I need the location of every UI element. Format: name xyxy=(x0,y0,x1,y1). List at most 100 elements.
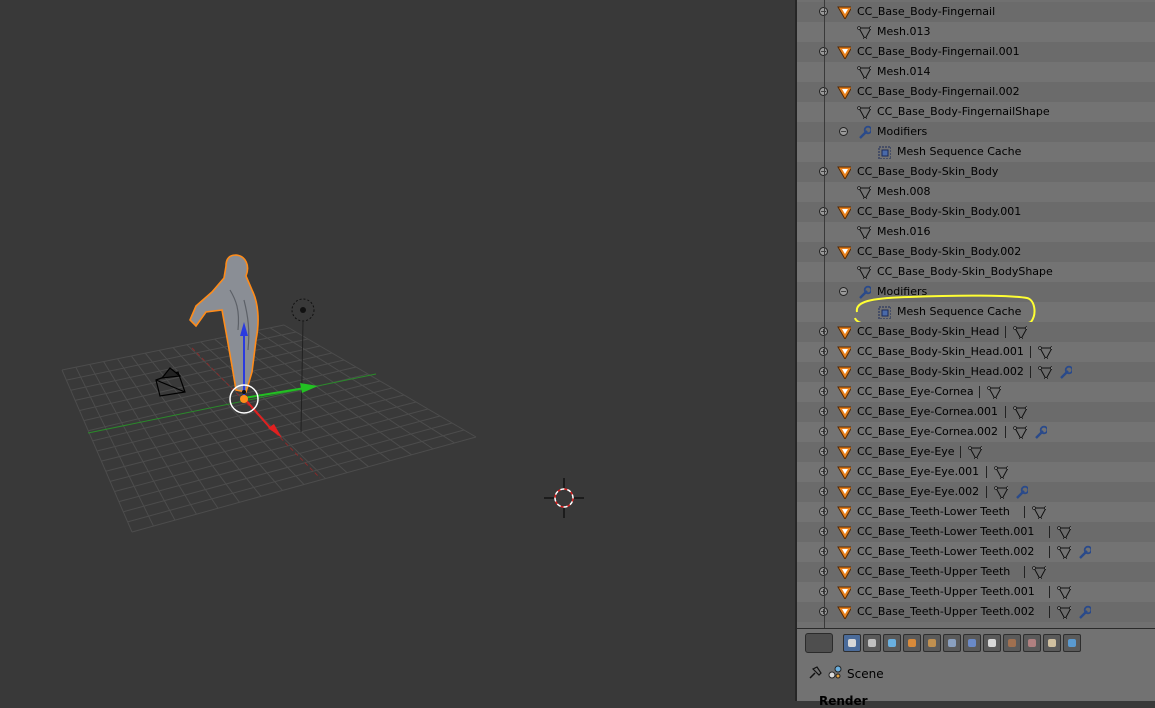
particles-icon[interactable] xyxy=(1043,634,1061,652)
outliner-row[interactable]: +CC_Base_Eye-Eye.002 xyxy=(797,482,1155,502)
outliner-row[interactable]: +CC_Base_Body-Skin_Head.002 xyxy=(797,362,1155,382)
outliner-row-label: CC_Base_Body-Skin_Head.001 xyxy=(857,345,1024,358)
scene-icon[interactable] xyxy=(883,634,901,652)
wrench-icon[interactable] xyxy=(1077,605,1092,619)
outliner-row-label: CC_Base_Teeth-Lower Teeth xyxy=(857,505,1010,518)
mesh-data-icon[interactable] xyxy=(987,385,1002,399)
wrench-icon[interactable] xyxy=(1058,365,1073,379)
object-icon xyxy=(837,46,851,59)
mesh-data-icon[interactable] xyxy=(1057,585,1072,599)
outliner-row[interactable]: +CC_Base_Eye-Cornea.001 xyxy=(797,402,1155,422)
outliner-row[interactable]: CC_Base_Body-FingernailShape xyxy=(797,102,1155,122)
editor-type-menu[interactable] xyxy=(805,633,833,653)
outliner-row[interactable]: − Modifiers xyxy=(797,282,1155,302)
3d-cursor[interactable] xyxy=(544,478,584,518)
outliner-row-label: CC_Base_Body-FingernailShape xyxy=(877,105,1050,118)
outliner-row-label: CC_Base_Teeth-Lower Teeth.002 xyxy=(857,545,1035,558)
outliner-row[interactable]: +CC_Base_Eye-Cornea.002 xyxy=(797,422,1155,442)
outliner-row-label: CC_Base_Eye-Eye.001 xyxy=(857,465,980,478)
pin-icon[interactable] xyxy=(807,665,823,681)
outliner-row[interactable]: −CC_Base_Body-Skin_Body.001 xyxy=(797,202,1155,222)
outliner-row[interactable]: +CC_Base_Eye-Eye xyxy=(797,442,1155,462)
outliner-row[interactable]: +CC_Base_Body-Skin_Head xyxy=(797,322,1155,342)
outliner-row[interactable]: −CC_Base_Body-Fingernail.001 xyxy=(797,42,1155,62)
outliner-row-label: CC_Base_Body-Skin_BodyShape xyxy=(877,265,1053,278)
outliner-row[interactable]: +CC_Base_Body-Skin_Head.001 xyxy=(797,342,1155,362)
mesh-data-icon[interactable] xyxy=(1038,365,1053,379)
object-icon xyxy=(837,486,851,499)
outliner-row[interactable]: − Modifiers xyxy=(797,122,1155,142)
object-icon xyxy=(837,586,851,599)
outliner-row[interactable]: +CC_Base_Eye-Eye.001 xyxy=(797,462,1155,482)
outliner-panel[interactable]: −CC_Base_Body-FingernailMesh.013−CC_Base… xyxy=(797,0,1155,628)
mesh-data-icon[interactable] xyxy=(1012,405,1027,419)
mesh-data-icon[interactable] xyxy=(1031,565,1046,579)
viewport-scene xyxy=(61,254,584,533)
modifiers-icon[interactable] xyxy=(963,634,981,652)
mesh-data-icon[interactable] xyxy=(968,445,983,459)
outliner-row[interactable]: +CC_Base_Eye-Cornea xyxy=(797,382,1155,402)
outliner-row-label: CC_Base_Eye-Cornea.002 xyxy=(857,425,999,438)
outliner-row[interactable]: +CC_Base_Teeth-Upper Teeth.002 xyxy=(797,602,1155,622)
outliner-row[interactable]: −CC_Base_Body-Fingernail.002 xyxy=(797,82,1155,102)
outliner-row[interactable]: Mesh Sequence Cache xyxy=(797,142,1155,162)
physics-icon[interactable] xyxy=(1063,634,1081,652)
mesh-data-icon[interactable] xyxy=(1038,345,1053,359)
outliner-row[interactable]: +CC_Base_Teeth-Upper Teeth xyxy=(797,562,1155,582)
outliner-row[interactable]: +CC_Base_Teeth-Lower Teeth.001 xyxy=(797,522,1155,542)
data-icon[interactable] xyxy=(983,634,1001,652)
row-separator xyxy=(1049,606,1051,618)
outliner-row[interactable]: Mesh.014 xyxy=(797,62,1155,82)
mesh-data-icon xyxy=(857,266,871,279)
material-icon[interactable] xyxy=(1003,634,1021,652)
character-mesh[interactable] xyxy=(189,254,259,393)
outliner-row[interactable]: +CC_Base_Teeth-Lower Teeth.002 xyxy=(797,542,1155,562)
outliner-row[interactable]: +CC_Base_Teeth-Lower Teeth xyxy=(797,502,1155,522)
scene-name-label: Scene xyxy=(847,667,884,681)
collapse-icon[interactable]: − xyxy=(839,127,848,136)
outliner-row[interactable]: Mesh.013 xyxy=(797,22,1155,42)
outliner-row[interactable]: −CC_Base_Body-Skin_Body.002 xyxy=(797,242,1155,262)
mesh-data-icon[interactable] xyxy=(1057,545,1072,559)
mesh-data-icon[interactable] xyxy=(993,465,1008,479)
wrench-icon[interactable] xyxy=(1033,425,1047,439)
wrench-icon xyxy=(859,125,871,139)
outliner-row-label: CC_Base_Eye-Cornea.001 xyxy=(857,405,999,418)
wrench-icon[interactable] xyxy=(1077,545,1092,559)
object-icon[interactable] xyxy=(923,634,941,652)
constraints-icon[interactable] xyxy=(943,634,961,652)
outliner-row-label: CC_Base_Body-Skin_Body.001 xyxy=(857,205,1022,218)
mesh-data-icon[interactable] xyxy=(1012,425,1027,439)
outliner-row[interactable]: Mesh Sequence Cache xyxy=(797,302,1155,322)
object-icon xyxy=(837,326,851,339)
object-icon xyxy=(837,546,851,559)
outliner-row[interactable]: −CC_Base_Body-Fingernail xyxy=(797,2,1155,22)
row-separator xyxy=(1023,566,1025,578)
wrench-icon[interactable] xyxy=(1014,485,1028,499)
render-panel-label[interactable]: Render xyxy=(819,694,868,708)
outliner-row[interactable]: −CC_Base_Body-Skin_Body xyxy=(797,162,1155,182)
outliner-row[interactable]: Mesh.008 xyxy=(797,182,1155,202)
outliner-row-label: CC_Base_Body-Fingernail.001 xyxy=(857,45,1020,58)
texture-icon[interactable] xyxy=(1023,634,1041,652)
outliner-row[interactable]: +CC_Base_Teeth-Upper Teeth.001 xyxy=(797,582,1155,602)
3d-viewport[interactable] xyxy=(0,0,795,701)
outliner-row-label: Mesh.013 xyxy=(877,25,931,38)
collapse-icon[interactable]: − xyxy=(839,287,848,296)
render-icon[interactable] xyxy=(843,634,861,652)
scene-icon xyxy=(828,665,842,679)
outliner-row-label: Modifiers xyxy=(877,285,928,298)
mesh-data-icon[interactable] xyxy=(1031,505,1046,519)
mesh-data-icon xyxy=(857,106,871,119)
mesh-data-icon[interactable] xyxy=(1057,605,1072,619)
outliner-row-label: CC_Base_Eye-Eye xyxy=(857,445,955,458)
render-layers-icon[interactable] xyxy=(863,634,881,652)
outliner-row[interactable]: CC_Base_Body-Skin_BodyShape xyxy=(797,262,1155,282)
mesh-data-icon[interactable] xyxy=(993,485,1008,499)
mesh-data-icon[interactable] xyxy=(1057,525,1072,539)
world-icon[interactable] xyxy=(903,634,921,652)
object-icon xyxy=(837,6,851,19)
mesh-data-icon[interactable] xyxy=(1012,325,1027,339)
outliner-row[interactable]: Mesh.016 xyxy=(797,222,1155,242)
object-icon xyxy=(837,506,851,519)
